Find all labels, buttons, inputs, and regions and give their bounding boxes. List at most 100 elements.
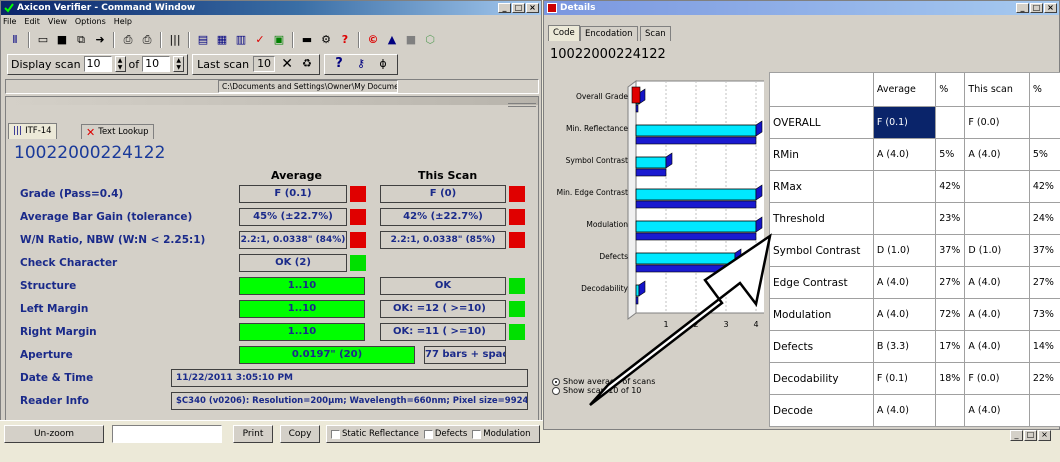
table-row[interactable]: Decode A (4.0) A (4.0) [769,394,1060,427]
tab-text-lookup-label: Text Lookup [98,126,149,137]
details-titlebar[interactable]: Details _ □ × [544,1,1059,15]
print-preview-icon[interactable]: ⎙ [139,32,155,48]
display-scan-input[interactable]: 10 [83,56,112,72]
table-cell: 23% [935,202,966,235]
results-titlebar[interactable] [6,97,538,105]
chart-category-label: Overall Grade [576,92,628,101]
details-minimize-button[interactable]: _ [1016,3,1029,13]
table-row[interactable]: Edge Contrast A (4.0) 27% A (4.0) 27% [769,266,1060,299]
report-icon[interactable]: ▤ [195,32,211,48]
zoom-slider[interactable] [112,425,222,443]
details-barcode-number: 10022000224122 [550,47,666,62]
row-label-cell: Modulation [769,298,874,331]
static-reflectance-label: Static Reflectance [342,429,419,439]
table-row[interactable]: RMin A (4.0) 5% A (4.0) 5% [769,138,1060,171]
row-label-cell: Decode [769,394,874,427]
menu-view[interactable]: View [48,16,67,28]
delete-scan-icon[interactable]: ✕ [279,56,295,72]
display-scan-spinner[interactable]: ▲ ▼ [114,56,126,72]
grid-icon[interactable]: ▦ [214,32,230,48]
details-window: Details _ □ × Code Encodation Scan 1002200… [543,0,1060,430]
help-icon[interactable]: ? [337,32,353,48]
chart-category-label: Min. Reflectance [566,124,628,133]
context-help-icon[interactable]: ? [331,56,347,72]
keyboard-icon[interactable]: ▬ [299,32,315,48]
menu-help[interactable]: Help [114,16,132,28]
table-row[interactable]: OVERALL F (0.1) F (0.0) [769,106,1060,139]
up-triangle-icon[interactable]: ▲ [384,32,400,48]
mini-minimize-button[interactable]: _ [1010,430,1023,441]
close-button[interactable]: × [526,3,539,13]
export-icon[interactable]: ➜ [92,32,108,48]
cube-icon[interactable]: ⬡ [422,32,438,48]
table-cell: 42% [935,170,966,203]
tab-scan[interactable]: Scan [640,26,671,41]
minimized-controls: _ □ × [1010,430,1051,441]
print-icon[interactable]: ⎙ [120,32,136,48]
table-row[interactable]: Decodability F (0.1) 18% F (0.0) 22% [769,362,1060,395]
table-cell: A (4.0) [964,330,1030,363]
table-cell [964,202,1030,235]
of-scan-spinner[interactable]: ▲ ▼ [173,56,185,72]
bar-gain-label: Average Bar Gain (tolerance) [20,211,193,223]
table-row[interactable]: RMax 42% 42% [769,170,1060,203]
scanner-icon[interactable]: Ⅱ [7,32,23,48]
table-row[interactable]: Symbol Contrast D (1.0) 37% D (1.0) 37% [769,234,1060,267]
menu-file[interactable]: File [3,16,16,28]
static-reflectance-checkbox[interactable] [331,429,340,439]
defects-checkbox[interactable] [423,429,433,439]
stop-icon[interactable]: ■ [403,32,419,48]
details-close-button[interactable]: × [1044,3,1057,13]
table-row[interactable]: Modulation A (4.0) 72% A (4.0) 73% [769,298,1060,331]
table-cell: 24% [1028,202,1060,235]
chart-category-label: Modulation [586,220,628,229]
copy-button[interactable]: Copy [280,425,320,443]
show-average-radio[interactable] [552,377,560,386]
table-cell [1028,106,1060,139]
unzoom-button[interactable]: Un-zoom [4,425,104,443]
maximize-button[interactable]: □ [512,3,525,13]
user-key-icon[interactable]: ⚷ [353,56,369,72]
copyright-icon[interactable]: © [365,32,381,48]
tab-code[interactable]: Code [548,25,580,41]
modulation-checkbox[interactable] [472,429,482,439]
chart-icon[interactable]: ▥ [233,32,249,48]
tab-encodation[interactable]: Encodation [580,26,638,41]
print-button[interactable]: Print [233,425,273,443]
table-row[interactable]: Defects B (3.3) 17% A (4.0) 14% [769,330,1060,363]
wn-ratio-this-status [509,232,525,248]
recycle-icon[interactable]: ♻ [299,56,315,72]
calculator-icon[interactable]: ▣ [271,32,287,48]
show-scan-radio[interactable] [552,386,560,395]
tab-itf14[interactable]: ||| ITF-14 [8,123,57,139]
minimize-button[interactable]: _ [498,3,511,13]
row-label-cell: Symbol Contrast [769,234,874,267]
tab-text-lookup[interactable]: ✕ Text Lookup [81,124,154,139]
menu-options[interactable]: Options [75,16,106,28]
bar-gain-average: 45% (±22.7%) [239,208,347,226]
open-folder-icon[interactable]: ▭ [35,32,51,48]
copy-icon[interactable]: ⧉ [73,32,89,48]
command-window-titlebar[interactable]: Axicon Verifier - Command Window _ □ × [1,1,541,15]
chart-category-label: Decodability [581,284,628,293]
mini-close-button[interactable]: × [1038,430,1051,441]
reader-info-label: Reader Info [20,395,89,407]
table-cell: B (3.3) [872,330,937,363]
table-row[interactable]: Threshold 23% 24% [769,202,1060,235]
table-cell: 37% [935,234,966,267]
resize-grip-icon[interactable] [508,103,536,107]
save-icon[interactable]: ■ [54,32,70,48]
of-scan-input[interactable]: 10 [142,56,171,72]
verify-check-icon[interactable]: ✓ [252,32,268,48]
probe-icon[interactable]: ϕ [375,56,391,72]
chart-bar-this-scan [635,104,639,113]
details-maximize-button[interactable]: □ [1030,3,1043,13]
settings-icon[interactable]: ⚙ [318,32,334,48]
menu-edit[interactable]: Edit [24,16,40,28]
left-margin-status [509,301,525,317]
check-char-average: OK (2) [239,254,347,272]
mini-maximize-button[interactable]: □ [1024,430,1037,441]
display-scan-label: Display scan [11,57,81,71]
barcode-icon[interactable]: ||| [167,32,183,48]
table-cell [1028,394,1060,427]
